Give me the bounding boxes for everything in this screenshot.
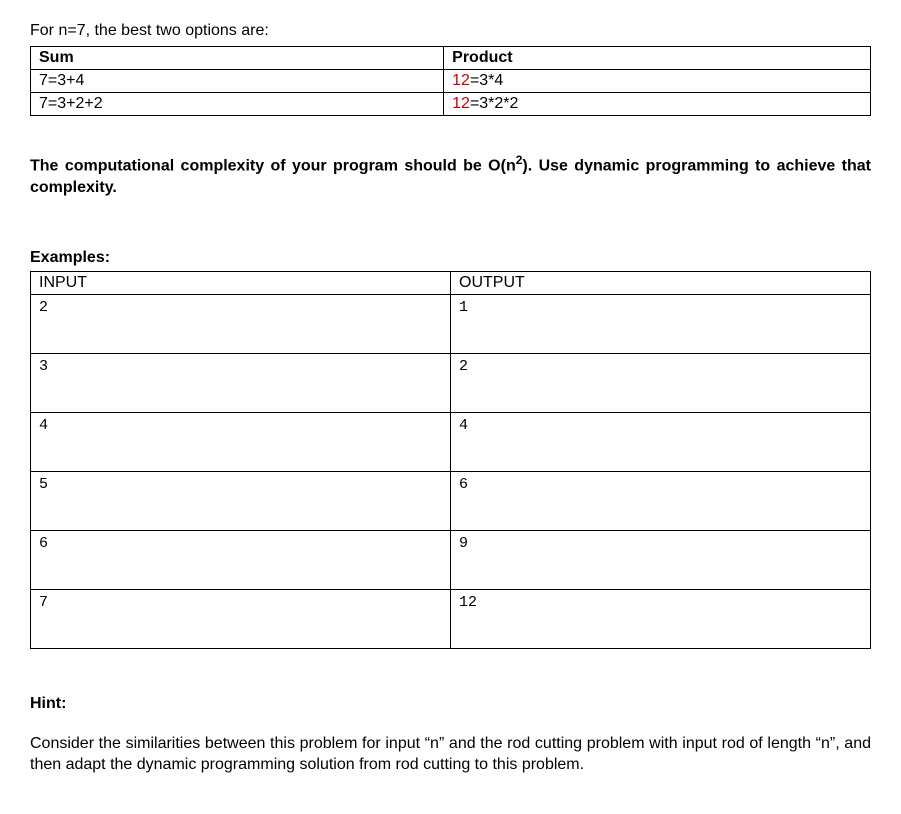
- example-output: 9: [451, 530, 871, 589]
- example-output: 6: [451, 471, 871, 530]
- options-cell-sum: 7=3+2+2: [31, 93, 444, 116]
- example-input: 4: [31, 412, 451, 471]
- options-header-product: Product: [444, 47, 871, 70]
- options-table: Sum Product 7=3+4 12=3*4 7=3+2+2 12=3*2*…: [30, 46, 871, 116]
- example-row: 6 9: [31, 530, 871, 589]
- example-output: 4: [451, 412, 871, 471]
- hint-title: Hint:: [30, 695, 871, 713]
- example-output: 2: [451, 353, 871, 412]
- example-row: 3 2: [31, 353, 871, 412]
- options-row: 7=3+2+2 12=3*2*2: [31, 93, 871, 116]
- options-cell-sum: 7=3+4: [31, 70, 444, 93]
- example-input: 3: [31, 353, 451, 412]
- example-input: 5: [31, 471, 451, 530]
- example-output: 1: [451, 294, 871, 353]
- example-row: 2 1: [31, 294, 871, 353]
- examples-header-input: INPUT: [31, 271, 451, 294]
- product-value-red: 12: [452, 72, 470, 89]
- hint-body: Consider the similarities between this p…: [30, 733, 871, 776]
- product-value-rest: =3*2*2: [470, 95, 519, 112]
- example-row: 4 4: [31, 412, 871, 471]
- options-header-sum: Sum: [31, 47, 444, 70]
- product-value-red: 12: [452, 95, 470, 112]
- examples-table: INPUT OUTPUT 2 1 3 2 4 4 5 6 6 9 7 12: [30, 271, 871, 649]
- example-output: 12: [451, 589, 871, 648]
- example-input: 7: [31, 589, 451, 648]
- example-input: 2: [31, 294, 451, 353]
- product-value-rest: =3*4: [470, 72, 503, 89]
- options-row: 7=3+4 12=3*4: [31, 70, 871, 93]
- options-cell-product: 12=3*4: [444, 70, 871, 93]
- example-row: 7 12: [31, 589, 871, 648]
- examples-title: Examples:: [30, 249, 871, 267]
- complexity-pre: The computational complexity of your pro…: [30, 157, 516, 174]
- examples-header-output: OUTPUT: [451, 271, 871, 294]
- options-cell-product: 12=3*2*2: [444, 93, 871, 116]
- complexity-statement: The computational complexity of your pro…: [30, 152, 871, 199]
- example-row: 5 6: [31, 471, 871, 530]
- intro-text: For n=7, the best two options are:: [30, 22, 871, 40]
- example-input: 6: [31, 530, 451, 589]
